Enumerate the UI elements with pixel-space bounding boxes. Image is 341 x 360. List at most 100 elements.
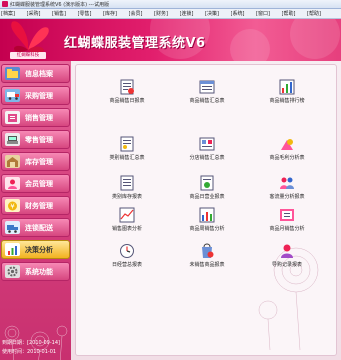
sidebar-item-finance[interactable]: ¥ 财务管理	[1, 196, 70, 215]
sidebar-item-sales[interactable]: 销售管理	[1, 108, 70, 127]
report-sales-ranking[interactable]: 商品销售排行榜	[254, 79, 320, 111]
weekly-report-icon	[199, 207, 215, 223]
menu-item-retail[interactable]: [零售]	[78, 10, 104, 17]
sales-icon	[5, 111, 20, 124]
guide-record-icon	[281, 244, 293, 258]
report-label: 分店销售汇总表	[189, 155, 225, 161]
branch-report-icon	[199, 137, 215, 151]
daily-report-icon	[120, 79, 134, 95]
member-icon	[5, 177, 20, 190]
gear-icon	[5, 265, 20, 278]
sidebar-item-retail[interactable]: 零售管理	[1, 130, 70, 149]
report-profit-analysis[interactable]: 商品毛利分析表	[254, 136, 320, 168]
report-label: 销售图表分析	[111, 226, 142, 232]
sidebar-item-label: 会员管理	[25, 179, 53, 188]
report-guide-records[interactable]: 导购记录报表	[254, 243, 320, 275]
report-panel: 商品销售日报表 商品销售汇总表 商品销售排行榜 类别销售汇总表 分店销售汇总表 …	[75, 64, 337, 356]
logo-text: 红蝴蝶科技	[10, 52, 46, 59]
menu-item-archive[interactable]: [档案]	[1, 10, 27, 17]
main-content: 商品销售日报表 商品销售汇总表 商品销售排行榜 类别销售汇总表 分店销售汇总表 …	[71, 61, 341, 360]
report-label: 类别库存报表	[111, 194, 142, 200]
expiry-date: 到期日期：[2010-09-14]	[2, 340, 60, 346]
sidebar-item-chain[interactable]: 连锁配送	[1, 218, 70, 237]
report-label: 商品销售汇总表	[189, 98, 225, 104]
report-monthly-sales[interactable]: 商品月销售分析	[254, 207, 320, 239]
sidebar-item-label: 库存管理	[25, 157, 53, 166]
report-category-stock[interactable]: 类别库存报表	[94, 175, 160, 207]
menubar: [档案] [采购] [销售] [零售] [库存] [会员] [财务] [连锁] …	[0, 9, 341, 19]
report-label: 日经营总报表	[111, 262, 142, 268]
finance-icon: ¥	[5, 199, 20, 212]
menu-item-finance[interactable]: [财务]	[154, 10, 180, 17]
report-daily-business[interactable]: 商品日营业报表	[174, 175, 240, 207]
sidebar-item-system[interactable]: 系统功能	[1, 262, 70, 281]
report-label: 商品日营业报表	[189, 194, 225, 200]
report-category-sales[interactable]: 类别销售汇总表	[94, 136, 160, 168]
report-label: 商品销售日报表	[109, 98, 145, 104]
sidebar-item-label: 零售管理	[25, 135, 53, 144]
sidebar-item-label: 信息档案	[25, 69, 53, 78]
usage-time: 使用时间：2010-01-01	[2, 349, 57, 355]
stock-report-icon	[120, 175, 134, 191]
report-branch-sales[interactable]: 分店销售汇总表	[174, 136, 240, 168]
report-label: 类别销售汇总表	[109, 155, 145, 161]
sidebar-item-member[interactable]: 会员管理	[1, 174, 70, 193]
folder-icon	[5, 67, 20, 80]
report-label: 商品周销售分析	[189, 226, 225, 232]
sales-chart-icon	[119, 207, 135, 223]
category-report-icon	[120, 136, 134, 152]
app-icon	[2, 1, 8, 7]
sidebar-item-archive[interactable]: 信息档案	[1, 64, 70, 83]
window-title: 红蝴蝶服装管理系统V6 (演示版本) ---试用版	[10, 1, 110, 8]
report-label: 客流量分析报表	[269, 194, 305, 200]
delivery-icon	[5, 221, 20, 234]
menu-item-purchase[interactable]: [采购]	[27, 10, 53, 17]
window-titlebar: 红蝴蝶服装管理系统V6 (演示版本) ---试用版	[0, 0, 341, 9]
svg-text:¥: ¥	[10, 202, 15, 210]
summary-report-icon	[199, 80, 215, 94]
profit-icon	[281, 139, 293, 150]
chart-icon	[5, 243, 20, 256]
traffic-icon	[280, 177, 294, 189]
business-report-icon	[200, 175, 214, 191]
report-weekly-sales[interactable]: 商品周销售分析	[174, 207, 240, 239]
sidebar-item-label: 连锁配送	[25, 223, 53, 232]
menu-item-decision[interactable]: [决策]	[205, 10, 231, 17]
report-unsold-goods[interactable]: 未销售商品报表	[174, 243, 240, 275]
report-daily-sales[interactable]: 商品销售日报表	[94, 79, 160, 111]
menu-item-help-2[interactable]: [帮助]	[307, 10, 333, 17]
monthly-report-icon	[280, 209, 294, 221]
menu-item-system[interactable]: [系统]	[231, 10, 257, 17]
menu-item-window[interactable]: [窗口]	[256, 10, 282, 17]
menu-item-chain[interactable]: [连锁]	[180, 10, 206, 17]
report-label: 商品月销售分析	[269, 226, 305, 232]
truck-icon	[5, 89, 20, 102]
pos-icon	[5, 133, 20, 146]
sidebar-item-label: 系统功能	[25, 267, 53, 276]
report-label: 导购记录报表	[271, 262, 302, 268]
sidebar-item-purchase[interactable]: 采购管理	[1, 86, 70, 105]
day-total-icon	[120, 244, 134, 258]
menu-item-sales[interactable]: [销售]	[52, 10, 78, 17]
warehouse-icon	[5, 155, 20, 168]
report-label: 商品销售排行榜	[269, 98, 305, 104]
report-label: 未销售商品报表	[189, 262, 225, 268]
report-daily-total[interactable]: 日经营总报表	[94, 243, 160, 275]
sidebar-item-label: 采购管理	[25, 91, 53, 100]
sidebar-item-decision[interactable]: 决策分析	[1, 240, 70, 259]
report-sales-summary[interactable]: 商品销售汇总表	[174, 79, 240, 111]
menu-item-member[interactable]: [会员]	[129, 10, 155, 17]
ranking-icon	[279, 79, 295, 95]
sidebar-item-inventory[interactable]: 库存管理	[1, 152, 70, 171]
report-label: 商品毛利分析表	[269, 155, 305, 161]
sidebar-item-label: 决策分析	[25, 245, 53, 254]
unsold-icon	[202, 243, 214, 258]
report-sales-chart[interactable]: 销售图表分析	[94, 207, 160, 239]
sidebar: 信息档案 采购管理 销售管理 零售管理 库存管理 会员管理 ¥ 财务管理 连锁配…	[0, 61, 71, 360]
menu-item-help[interactable]: [帮助]	[282, 10, 308, 17]
report-customer-traffic[interactable]: 客流量分析报表	[254, 175, 320, 207]
sidebar-item-label: 销售管理	[25, 113, 53, 122]
app-title: 红蝴蝶服装管理系统V6	[64, 36, 206, 51]
menu-item-inventory[interactable]: [库存]	[103, 10, 129, 17]
sidebar-item-label: 财务管理	[25, 201, 53, 210]
